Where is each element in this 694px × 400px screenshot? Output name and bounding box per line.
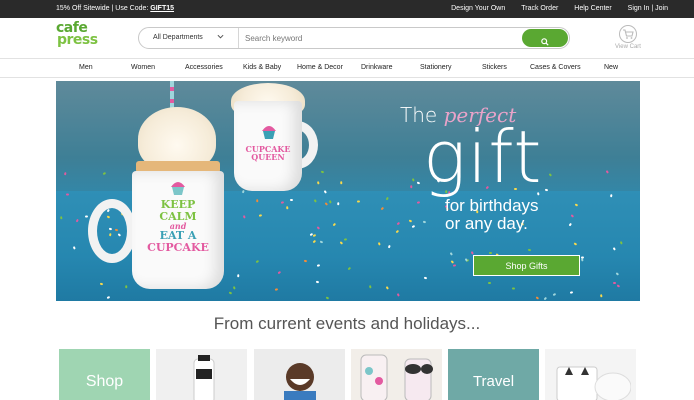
promo-text: 15% Off Sitewide | Use Code: GIFT15	[56, 5, 174, 12]
track-order-link[interactable]: Track Order	[521, 5, 558, 12]
nav-item-cases-covers[interactable]: Cases & Covers	[530, 64, 581, 71]
tile-label: Shop	[85, 373, 124, 390]
tile-travel[interactable]: Travel	[448, 349, 539, 400]
water-bottle-image	[193, 355, 215, 400]
nav-item-stationery[interactable]: Stationery	[420, 64, 452, 71]
search-icon	[541, 33, 549, 46]
chevron-down-icon	[217, 33, 224, 42]
tile-label: Travel	[472, 373, 515, 390]
sprinkle	[237, 274, 240, 278]
sprinkle	[64, 172, 67, 176]
keep-calm-mug: KEEP CALM and EAT A CUPCAKE	[132, 171, 224, 289]
section-heading: From current events and holidays...	[213, 314, 481, 333]
sprinkle	[488, 251, 493, 254]
cupcake-icon	[171, 182, 185, 195]
sprinkle	[548, 173, 553, 177]
department-label: All Departments	[153, 34, 203, 41]
cupcake-queen-mug: CUPCAKE QUEEN	[234, 101, 302, 191]
department-select[interactable]: All Departments	[139, 28, 239, 48]
sign-in-join-link[interactable]: Sign In | Join	[628, 5, 668, 12]
sprinkle	[416, 181, 421, 184]
sprinkle	[606, 170, 609, 174]
tile-phone-cases[interactable]	[351, 349, 442, 400]
mug-right-line-2: QUEEN	[251, 152, 285, 163]
sprinkle	[99, 282, 104, 285]
hero-sub-line-1: for birthdays	[445, 196, 539, 215]
help-center-link[interactable]: Help Center	[574, 5, 611, 12]
utility-links: Design Your Own Track Order Help Center …	[435, 5, 668, 12]
mug-left-line-1: KEEP	[160, 198, 196, 211]
nav-item-men[interactable]: Men	[79, 64, 93, 71]
hero-banner[interactable]: CUPCAKE QUEEN KEEP CALM and EAT A CUPCAK…	[56, 81, 640, 301]
promo-bar: 15% Off Sitewide | Use Code: GIFT15 Desi…	[0, 0, 694, 18]
sprinkle	[487, 281, 492, 284]
site-header: cafe press All Departments View Cart	[0, 18, 694, 58]
hero-headline-gift: gift	[423, 115, 543, 199]
tile-cat-mug[interactable]	[545, 349, 636, 400]
tile-just-kidding[interactable]	[156, 349, 247, 400]
sprinkle	[410, 185, 413, 189]
cat-mug-image	[556, 366, 631, 400]
cafepress-logo[interactable]: cafe press	[56, 21, 100, 52]
nav-item-kids-baby[interactable]: Kids & Baby	[243, 64, 281, 71]
mug-handle	[88, 199, 136, 263]
nav-item-new[interactable]: New	[604, 64, 618, 71]
sprinkle	[256, 199, 259, 203]
promo-code[interactable]: GIFT15	[150, 5, 174, 12]
category-nav: Men Women Accessories Kids & Baby Home &…	[0, 58, 694, 78]
nav-item-home-decor[interactable]: Home & Decor	[297, 64, 343, 71]
sprinkle	[613, 282, 616, 284]
logo-line-2: press	[57, 32, 98, 48]
nav-item-drinkware[interactable]: Drinkware	[361, 64, 393, 71]
cart-icon	[619, 25, 637, 43]
nav-item-stickers[interactable]: Stickers	[482, 64, 507, 71]
nav-item-women[interactable]: Women	[131, 64, 155, 71]
sprinkle	[102, 172, 107, 176]
phone-case-image	[360, 354, 433, 400]
sprinkle	[289, 198, 294, 201]
sprinkle	[317, 181, 320, 185]
promo-message: 15% Off Sitewide | Use Code:	[56, 5, 151, 12]
hero-sub-line-2: or any day.	[445, 214, 528, 233]
sprinkle	[320, 170, 325, 173]
sprinkle	[511, 287, 516, 290]
sprinkle	[337, 202, 340, 206]
mug-left-line-5: CUPCAKE	[147, 241, 209, 255]
cupcake-icon	[262, 126, 276, 139]
search-bar: All Departments	[138, 27, 570, 49]
view-cart-button[interactable]: View Cart	[614, 25, 642, 55]
sprinkle	[544, 188, 549, 191]
tile-person[interactable]	[254, 349, 345, 400]
design-your-own-link[interactable]: Design Your Own	[451, 5, 505, 12]
sprinkle	[65, 193, 70, 196]
hero-subheadline: for birthdays or any day.	[445, 197, 539, 233]
search-button[interactable]	[522, 29, 568, 47]
cart-label: View Cart	[615, 44, 641, 50]
shop-gifts-button[interactable]: Shop Gifts	[473, 255, 580, 276]
sprinkle	[412, 178, 415, 182]
sprinkle	[527, 248, 532, 251]
nav-item-accessories[interactable]: Accessories	[185, 64, 223, 71]
sprinkle	[340, 181, 343, 185]
sprinkle	[60, 216, 63, 220]
tile-shop[interactable]: Shop	[59, 349, 150, 400]
sprinkle	[286, 206, 289, 210]
search-input[interactable]	[245, 30, 515, 46]
sprinkle	[600, 294, 603, 298]
person-photo	[284, 363, 316, 400]
sprinkle	[125, 285, 128, 289]
